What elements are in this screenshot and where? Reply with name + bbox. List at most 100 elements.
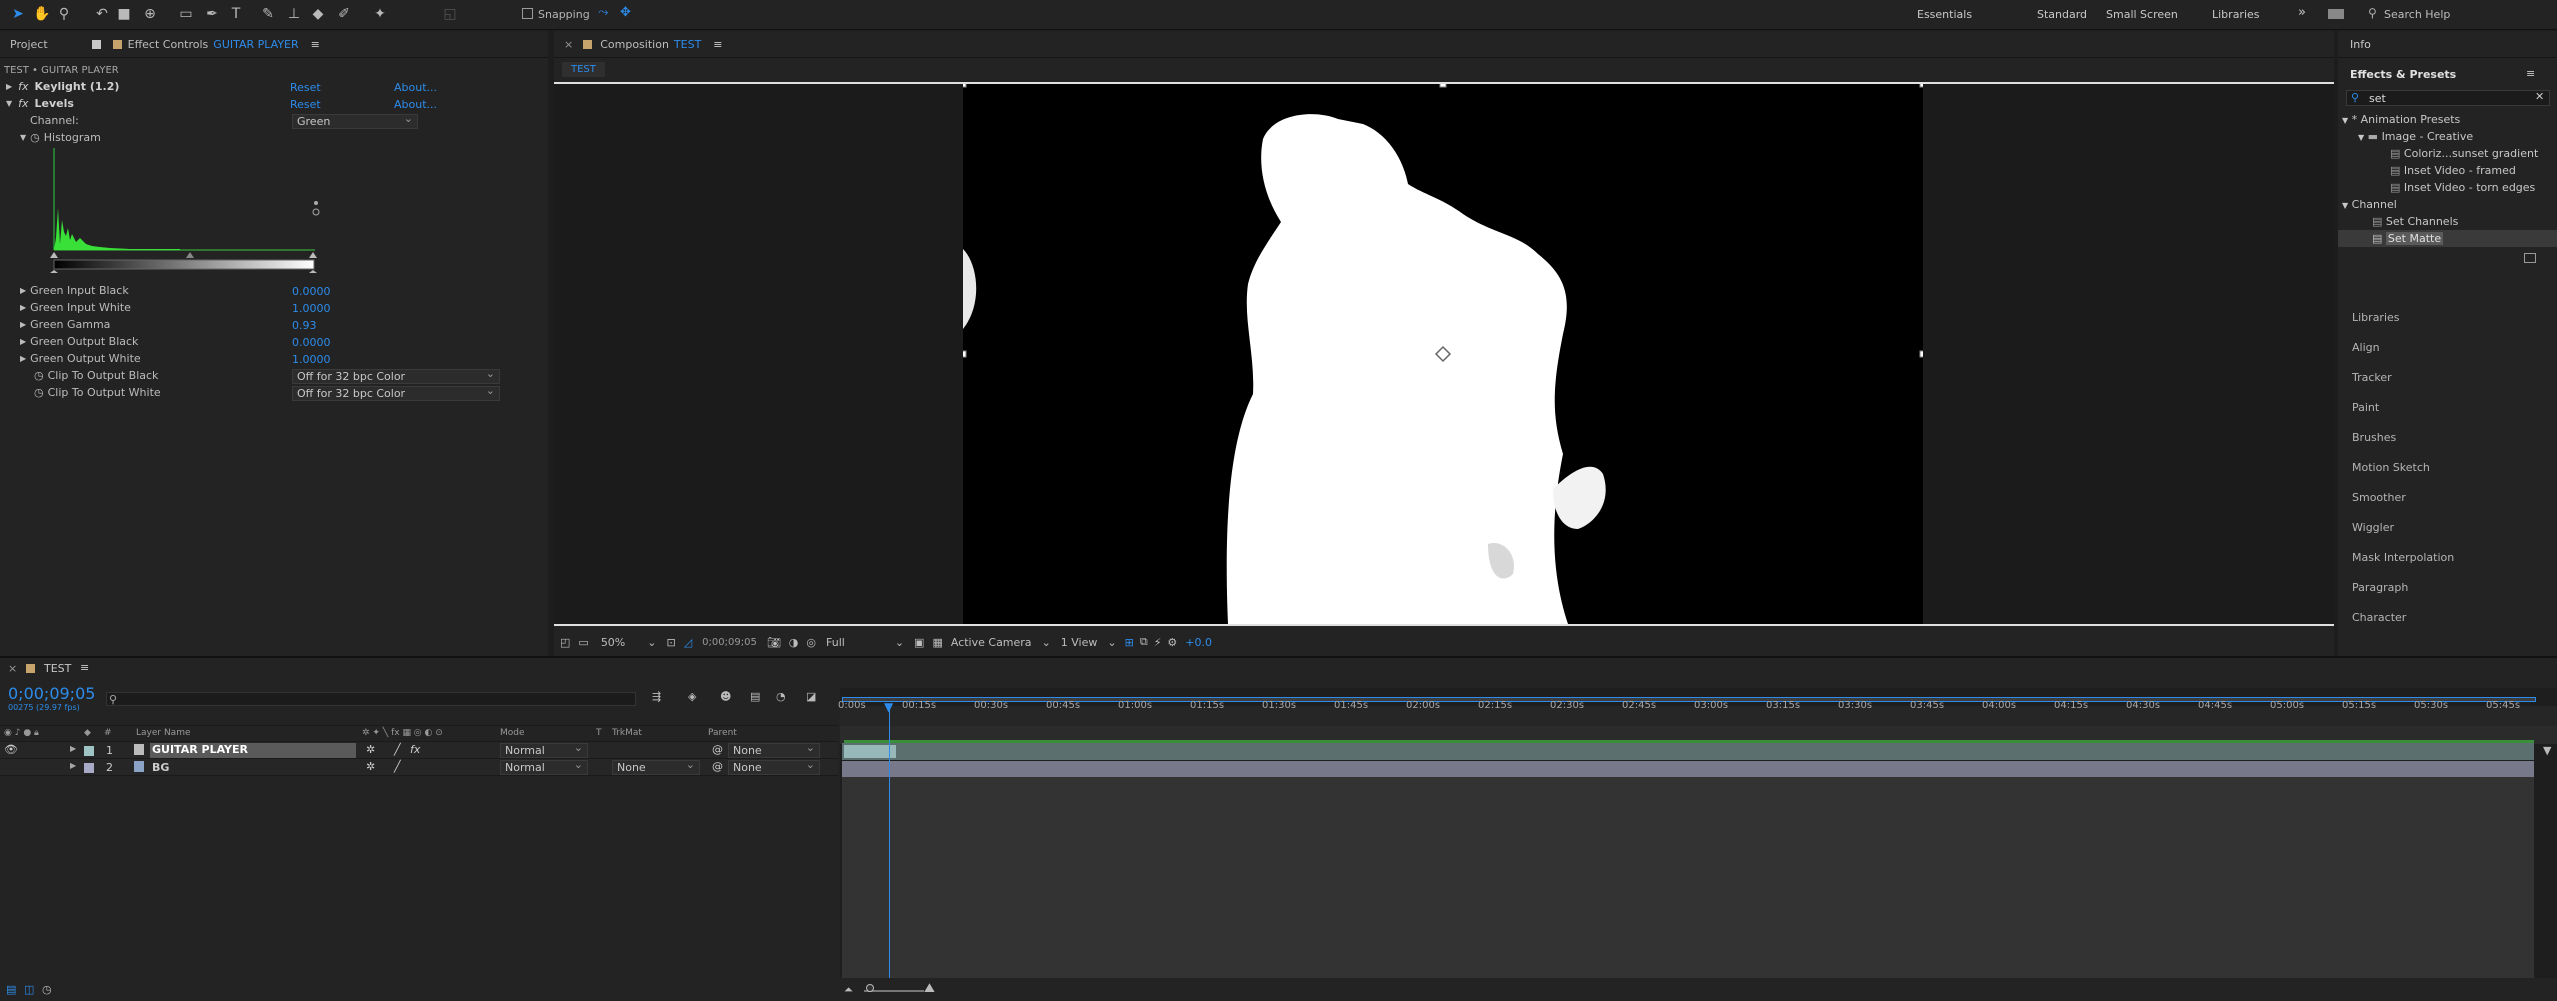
text-tool-icon[interactable]: T [226,3,246,25]
camera-tool-icon[interactable]: ■ [114,3,134,25]
fast-preview-icon[interactable]: ⚡ [1154,636,1162,649]
workspace-libraries[interactable]: Libraries [2212,8,2260,21]
view-layout-dropdown[interactable]: 1 View [1061,636,1098,649]
keylight-reset-link[interactable]: Reset [290,81,321,94]
levels-about-link[interactable]: About... [394,98,437,111]
tree-preset-inset-torn[interactable]: ▤ Inset Video - torn edges [2390,181,2535,194]
expand-arrow-icon[interactable]: ▶ [20,303,26,312]
expand-arrow-icon[interactable]: ▶ [20,286,26,295]
param-green-output-white[interactable]: ▶ Green Output White [20,350,141,367]
stopwatch-icon[interactable]: ◷ [34,369,44,382]
panel-libraries[interactable]: Libraries [2352,311,2400,324]
param-value[interactable]: 1.0000 [292,353,331,366]
channel-icon[interactable]: ◎ [806,636,816,649]
trkmat-dropdown[interactable]: None [612,758,700,775]
snap-grid-icon[interactable]: ✥ [620,5,631,20]
param-value[interactable]: 0.0000 [292,285,331,298]
panel-paint[interactable]: Paint [2352,401,2379,414]
clip-black-dropdown[interactable]: Off for 32 bpc Color [292,367,500,384]
stopwatch-icon[interactable]: ◷ [34,386,44,399]
effects-search-input[interactable]: ⚲ set ✕ [2346,90,2550,106]
shy-icon[interactable]: ☻ [720,690,731,703]
expand-arrow-icon[interactable]: ▶ [20,337,26,346]
param-green-output-black[interactable]: ▶ Green Output Black [20,333,138,350]
param-green-gamma[interactable]: ▶ Green Gamma [20,316,110,333]
comp-timecode[interactable]: 0;00;09;05 [702,637,757,648]
tree-set-matte-selected[interactable] [2338,230,2557,247]
panel-menu-icon[interactable]: ≡ [2526,67,2535,80]
close-tab-icon[interactable]: × [8,662,17,675]
timeline-search-input[interactable]: ⚲ [106,692,636,706]
panel-align[interactable]: Align [2352,341,2380,354]
always-preview-icon[interactable]: ◰ [560,636,570,649]
effects-presets-header[interactable]: Effects & Presets [2350,68,2456,81]
info-panel-header[interactable]: Info [2350,38,2371,51]
effect-keylight[interactable]: ▶ fx Keylight (1.2) [0,78,530,95]
clear-search-icon[interactable]: ✕ [2535,90,2544,103]
chevron-down-icon[interactable]: ⌄ [895,636,904,649]
tree-set-matte[interactable]: ▤ Set Matte [2372,232,2444,245]
zoom-dropdown[interactable]: 50% [601,636,625,649]
param-value[interactable]: 1.0000 [292,302,331,315]
chevron-down-icon[interactable]: ⌄ [1042,636,1051,649]
panel-paragraph[interactable]: Paragraph [2352,581,2408,594]
pan-behind-tool-icon[interactable]: ⊕ [140,3,160,25]
panel-tracker[interactable]: Tracker [2352,371,2392,384]
fx-icon[interactable]: fx [18,97,28,110]
zoom-in-icon[interactable]: ⛰ [924,981,935,996]
collapse-arrow-icon[interactable]: ▼ [6,99,12,108]
comp-mini-flowchart-icon[interactable]: ⇶ [652,690,661,703]
panel-mask-interpolation[interactable]: Mask Interpolation [2352,551,2454,564]
camera-dropdown[interactable]: Active Camera [951,636,1032,649]
layer-name[interactable]: GUITAR PLAYER [150,743,356,758]
expand-arrow-icon[interactable]: ▶ [6,82,12,91]
layer-row[interactable]: 👁︎ ▶ 1 GUITAR PLAYER ✲ ╱ fx Normal @ Non… [0,741,838,759]
collapse-switch-icon[interactable]: ✲ [366,760,375,773]
zoom-slider-handle[interactable] [866,984,874,992]
mask-icon[interactable]: ◿ [684,636,692,649]
new-folder-icon[interactable] [2524,253,2536,263]
eraser-tool-icon[interactable]: ◆ [308,3,328,25]
roi-icon[interactable]: ▣ [914,636,924,649]
histogram-graph[interactable] [50,148,320,273]
panel-character[interactable]: Character [2352,611,2406,624]
comp-frame[interactable] [959,80,1927,625]
graph-editor-icon[interactable]: ◪ [806,690,816,703]
toggle-pixel-icon[interactable]: ⊞ [1125,636,1134,649]
panel-menu-icon[interactable]: ≡ [80,661,89,674]
panel-wiggler[interactable]: Wiggler [2352,521,2394,534]
layer-row[interactable]: ▶ 2 BG ✲ ╱ Normal None @ None [0,758,838,776]
time-graph-area[interactable]: ▼ ▼ [840,688,2557,978]
keylight-about-link[interactable]: About... [394,81,437,94]
label-color-swatch[interactable] [84,746,94,756]
render-time-icon[interactable]: ◷ [42,983,52,996]
current-timecode[interactable]: 0;00;09;05 [8,684,95,703]
keyboard-icon[interactable] [2328,9,2344,19]
panel-menu-icon[interactable]: ≡ [713,38,722,51]
hand-tool-icon[interactable]: ✋ [32,3,52,25]
reset-exposure-icon[interactable]: ⧉ [1140,635,1148,649]
tree-channel[interactable]: ▼ Channel [2342,198,2397,211]
transparency-grid-icon[interactable]: ▦ [932,636,942,649]
snap-icon[interactable]: ⤳ [598,5,608,20]
stopwatch-icon[interactable]: ◷ [30,131,40,144]
tree-preset-inset-framed[interactable]: ▤ Inset Video - framed [2390,164,2516,177]
param-green-input-white[interactable]: ▶ Green Input White [20,299,131,316]
parent-header[interactable]: Parent [708,728,737,738]
motion-blur-icon[interactable]: ◔ [776,690,786,703]
clip-white-dropdown[interactable]: Off for 32 bpc Color [292,384,500,401]
chevron-down-icon[interactable]: ⌄ [647,636,656,649]
flowchart-icon[interactable]: ⚙ [1167,636,1177,649]
effect-levels[interactable]: ▼ fx Levels [0,95,530,112]
layer-name[interactable]: BG [152,761,169,774]
clone-stamp-tool-icon[interactable]: ⊥ [284,3,304,25]
levels-reset-link[interactable]: Reset [290,98,321,111]
monitor-icon[interactable]: ▭ [578,636,588,649]
timeline-tab[interactable]: TEST [44,662,71,675]
comp-tab-button[interactable]: TEST [562,62,605,77]
label-color-swatch[interactable] [84,763,94,773]
work-area-end-icon[interactable]: ▼ [2543,744,2551,757]
panel-smoother[interactable]: Smoother [2352,491,2406,504]
collapse-switch-icon[interactable]: ✲ [366,743,375,756]
quality-switch-icon[interactable]: ╱ [394,760,401,773]
